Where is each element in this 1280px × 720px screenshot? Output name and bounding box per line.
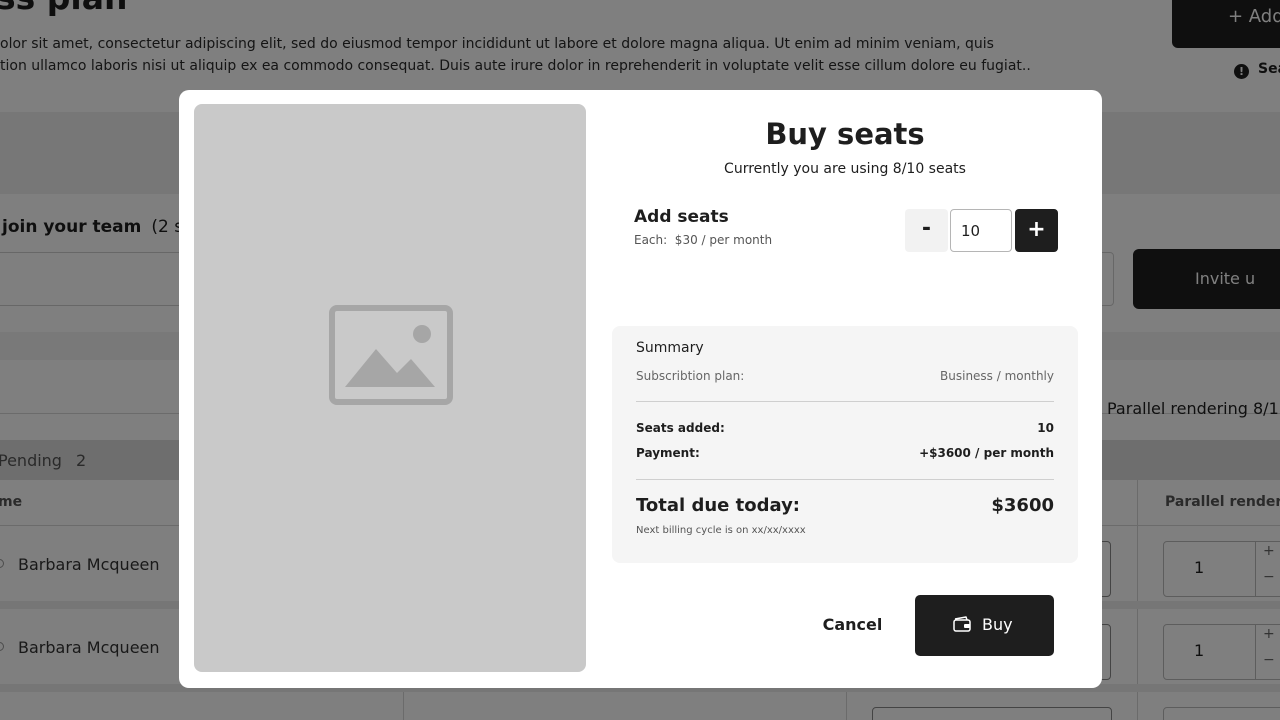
buy-button[interactable]: Buy (915, 595, 1054, 656)
total-value: $3600 (991, 495, 1054, 516)
image-placeholder-icon (329, 305, 453, 405)
payment-value: +$3600 / per month (919, 446, 1054, 460)
decrement-seats-button[interactable]: - (905, 209, 948, 252)
payment-label: Payment: (636, 446, 700, 460)
seats-added-label: Seats added: (636, 421, 725, 435)
add-seats-label: Add seats (634, 207, 729, 227)
seats-added-value: 10 (1037, 421, 1054, 435)
modal-illustration (194, 104, 586, 672)
total-label: Total due today: (636, 495, 800, 516)
modal-subtitle: Currently you are using 8/10 seats (724, 161, 966, 177)
buy-seats-modal: Buy seats Currently you are using 8/10 s… (179, 90, 1102, 688)
seats-quantity-input[interactable] (950, 209, 1012, 252)
add-seats-price: Each: $30 / per month (634, 233, 773, 247)
cancel-button[interactable]: Cancel (810, 615, 895, 637)
plan-label: Subscribtion plan: (636, 369, 745, 383)
summary-heading: Summary (636, 340, 704, 356)
summary-card: Summary Subscribtion plan: Business / mo… (612, 326, 1078, 563)
summary-divider (636, 479, 1054, 480)
plan-value: Business / monthly (940, 369, 1054, 383)
increment-seats-button[interactable]: + (1015, 209, 1058, 252)
buy-button-label: Buy (982, 615, 1013, 634)
modal-title: Buy seats (765, 117, 925, 151)
billing-note: Next billing cycle is on xx/xx/xxxx (636, 525, 806, 536)
wallet-icon (953, 616, 971, 632)
summary-divider (636, 401, 1054, 402)
